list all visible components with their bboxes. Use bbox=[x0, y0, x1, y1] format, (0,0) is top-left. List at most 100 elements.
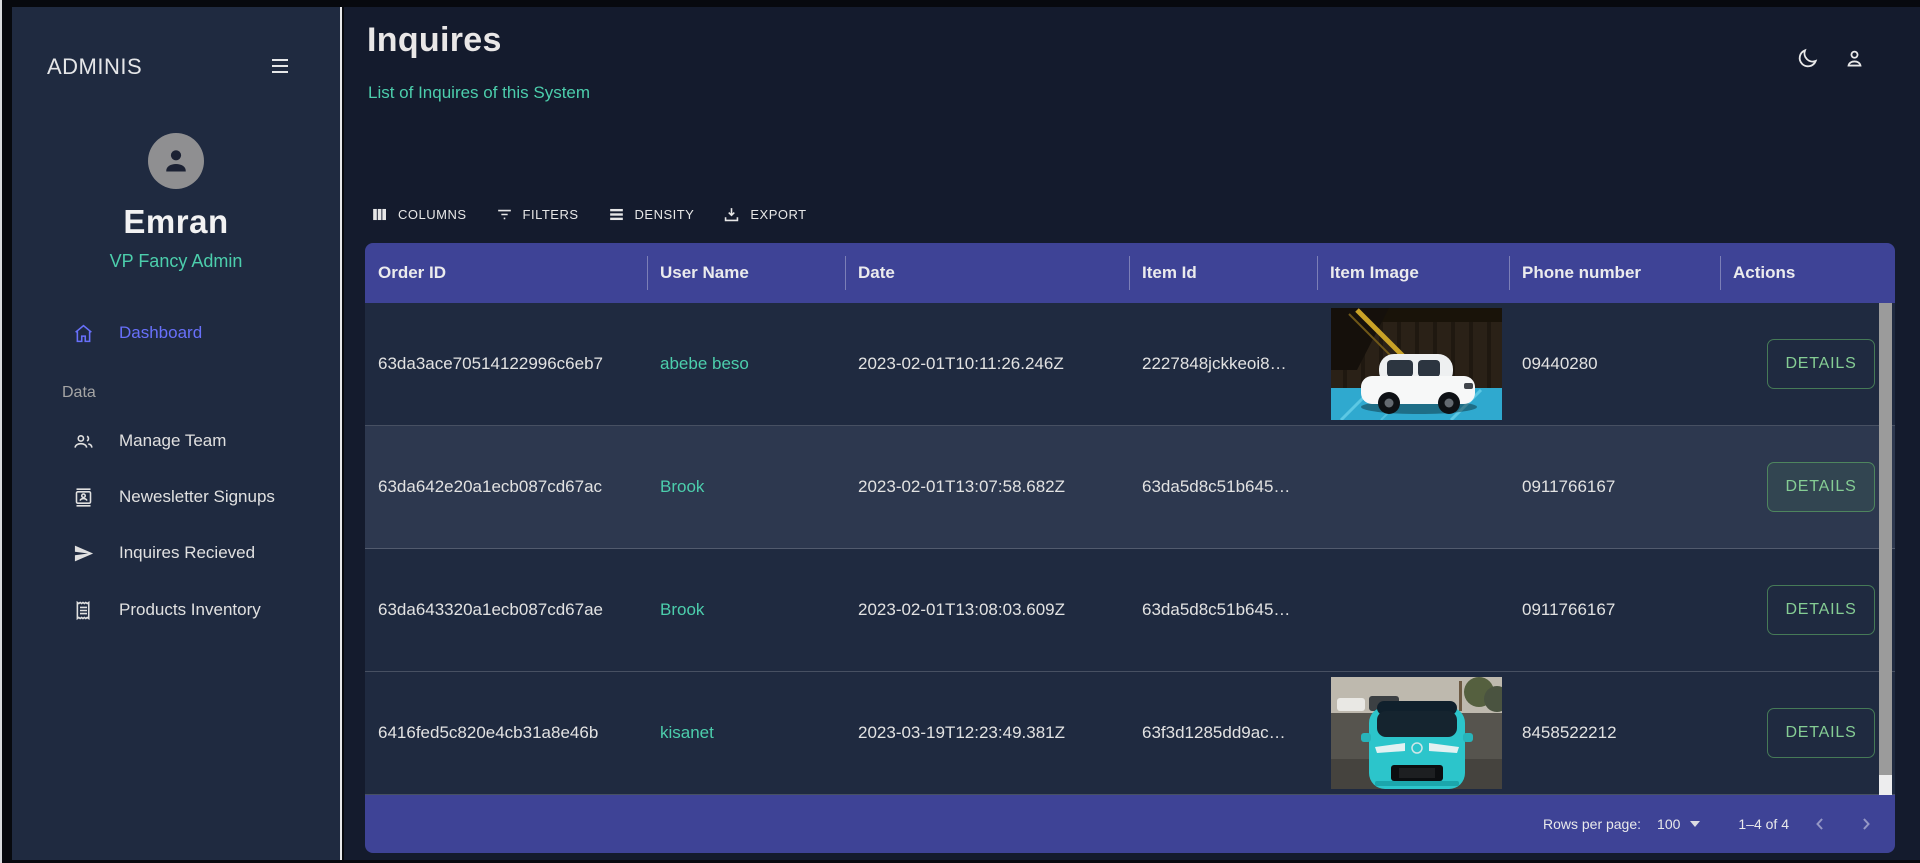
sidebar-item-newsletter-signups[interactable]: Newesletter Signups bbox=[12, 477, 340, 517]
date-cell: 2023-03-19T12:23:49.381Z bbox=[845, 672, 1129, 794]
sidebar-item-label: Manage Team bbox=[119, 431, 226, 451]
topbar bbox=[1790, 41, 1872, 76]
user-name-cell: kisanet bbox=[647, 672, 845, 794]
density-button-label: DENSITY bbox=[635, 207, 695, 222]
columns-button[interactable]: COLUMNS bbox=[360, 199, 477, 230]
profile-button[interactable] bbox=[1837, 41, 1872, 76]
page-subtitle: List of Inquires of this System bbox=[368, 83, 590, 103]
item-image-white-car bbox=[1331, 308, 1502, 420]
density-button[interactable]: DENSITY bbox=[597, 199, 705, 230]
item-id-cell: 2227848jckkeoi8… bbox=[1129, 303, 1317, 425]
column-header-phone-number[interactable]: Phone number bbox=[1509, 243, 1720, 303]
item-image-cell bbox=[1317, 303, 1509, 425]
column-header-order-id[interactable]: Order ID bbox=[365, 243, 647, 303]
date-cell: 2023-02-01T13:07:58.682Z bbox=[845, 426, 1129, 548]
home-icon bbox=[73, 323, 94, 344]
previous-page-button[interactable] bbox=[1805, 809, 1835, 839]
date-cell: 2023-02-01T10:11:26.246Z bbox=[845, 303, 1129, 425]
export-button-label: EXPORT bbox=[750, 207, 806, 222]
send-icon bbox=[73, 543, 94, 564]
table-row[interactable]: 6416fed5c820e4cb31a8e46b kisanet 2023-03… bbox=[365, 672, 1895, 795]
rows-per-page-select[interactable]: 100 bbox=[1657, 816, 1700, 832]
filters-button-label: FILTERS bbox=[523, 207, 579, 222]
sidebar-item-inquires-recieved[interactable]: Inquires Recieved bbox=[12, 533, 340, 573]
sidebar-item-label: Dashboard bbox=[119, 323, 202, 343]
moon-icon bbox=[1796, 47, 1819, 70]
sidebar-item-dashboard[interactable]: Dashboard bbox=[12, 313, 340, 353]
sidebar: ADMINIS Emran VP Fancy Admin Dashboard D… bbox=[12, 7, 342, 860]
item-id-cell: 63f3d1285dd9ac… bbox=[1129, 672, 1317, 794]
view-columns-icon bbox=[370, 205, 389, 224]
user-name-cell: Brook bbox=[647, 549, 845, 671]
table-body: 63da3ace70514122996c6eb7 abebe beso 2023… bbox=[365, 303, 1895, 795]
dark-mode-toggle-button[interactable] bbox=[1790, 41, 1825, 76]
download-icon bbox=[722, 205, 741, 224]
nav-section-data: Data bbox=[62, 384, 96, 402]
order-id-cell: 63da643320a1ecb087cd67ae bbox=[365, 549, 647, 671]
item-id-cell: 63da5d8c51b645… bbox=[1129, 426, 1317, 548]
filters-button[interactable]: FILTERS bbox=[485, 199, 589, 230]
column-header-date[interactable]: Date bbox=[845, 243, 1129, 303]
chevron-right-icon bbox=[1856, 814, 1876, 834]
item-image-cell bbox=[1317, 672, 1509, 794]
order-id-cell: 63da3ace70514122996c6eb7 bbox=[365, 303, 647, 425]
filter-list-icon bbox=[495, 205, 514, 224]
sidebar-item-label: Products Inventory bbox=[119, 600, 261, 620]
user-name-cell: Brook bbox=[647, 426, 845, 548]
data-grid: Order ID User Name Date Item Id Item Ima… bbox=[365, 243, 1895, 853]
scrollbar[interactable] bbox=[1879, 303, 1892, 795]
actions-cell: DETAILS bbox=[1720, 426, 1895, 548]
details-button[interactable]: DETAILS bbox=[1767, 339, 1875, 389]
profile-role: VP Fancy Admin bbox=[12, 251, 340, 272]
screen-edge-line bbox=[0, 0, 2, 863]
main-content: Inquires List of Inquires of this System… bbox=[344, 7, 1920, 860]
sidebar-item-manage-team[interactable]: Manage Team bbox=[12, 421, 340, 461]
table-row[interactable]: 63da642e20a1ecb087cd67ac Brook 2023-02-0… bbox=[365, 426, 1895, 549]
contacts-icon bbox=[73, 487, 94, 508]
person-icon bbox=[1843, 47, 1866, 70]
scrollbar-thumb[interactable] bbox=[1879, 303, 1892, 775]
person-avatar-icon bbox=[158, 143, 194, 179]
date-cell: 2023-02-01T13:08:03.609Z bbox=[845, 549, 1129, 671]
phone-number-cell: 09440280 bbox=[1509, 303, 1720, 425]
sidebar-item-label: Inquires Recieved bbox=[119, 543, 255, 563]
export-button[interactable]: EXPORT bbox=[712, 199, 816, 230]
people-icon bbox=[73, 431, 94, 452]
sidebar-item-label: Newesletter Signups bbox=[119, 487, 275, 507]
actions-cell: DETAILS bbox=[1720, 303, 1895, 425]
column-header-item-image[interactable]: Item Image bbox=[1317, 243, 1509, 303]
chevron-left-icon bbox=[1810, 814, 1830, 834]
actions-cell: DETAILS bbox=[1720, 672, 1895, 794]
details-button[interactable]: DETAILS bbox=[1767, 462, 1875, 512]
profile-name: Emran bbox=[12, 203, 340, 241]
rows-per-page-label: Rows per page: bbox=[1543, 816, 1641, 832]
item-id-cell: 63da5d8c51b645… bbox=[1129, 549, 1317, 671]
dropdown-caret-icon bbox=[1690, 821, 1700, 827]
details-button[interactable]: DETAILS bbox=[1767, 585, 1875, 635]
item-image-cell bbox=[1317, 426, 1509, 548]
columns-button-label: COLUMNS bbox=[398, 207, 467, 222]
sidebar-item-products-inventory[interactable]: Products Inventory bbox=[12, 590, 340, 630]
rows-per-page-value: 100 bbox=[1657, 816, 1680, 832]
pagination-range: 1–4 of 4 bbox=[1738, 816, 1789, 832]
receipt-icon bbox=[73, 600, 94, 621]
order-id-cell: 63da642e20a1ecb087cd67ac bbox=[365, 426, 647, 548]
item-image-teal-car bbox=[1331, 677, 1502, 789]
datagrid-toolbar: COLUMNS FILTERS DENSITY EXPORT bbox=[360, 199, 817, 230]
table-row[interactable]: 63da643320a1ecb087cd67ae Brook 2023-02-0… bbox=[365, 549, 1895, 672]
menu-icon[interactable] bbox=[266, 53, 294, 81]
page-title: Inquires bbox=[367, 21, 502, 60]
column-header-item-id[interactable]: Item Id bbox=[1129, 243, 1317, 303]
phone-number-cell: 0911766167 bbox=[1509, 426, 1720, 548]
app-title: ADMINIS bbox=[47, 54, 142, 80]
phone-number-cell: 0911766167 bbox=[1509, 549, 1720, 671]
column-header-user-name[interactable]: User Name bbox=[647, 243, 845, 303]
column-header-actions[interactable]: Actions bbox=[1720, 243, 1895, 303]
user-name-cell: abebe beso bbox=[647, 303, 845, 425]
order-id-cell: 6416fed5c820e4cb31a8e46b bbox=[365, 672, 647, 794]
next-page-button[interactable] bbox=[1851, 809, 1881, 839]
table-row[interactable]: 63da3ace70514122996c6eb7 abebe beso 2023… bbox=[365, 303, 1895, 426]
avatar bbox=[148, 133, 204, 189]
table-footer: Rows per page: 100 1–4 of 4 bbox=[365, 795, 1895, 853]
details-button[interactable]: DETAILS bbox=[1767, 708, 1875, 758]
